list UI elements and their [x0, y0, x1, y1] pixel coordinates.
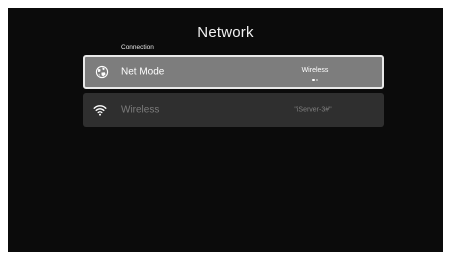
page-dot-active: [312, 78, 315, 82]
option-page-indicator: [285, 78, 345, 82]
menu-item-wireless[interactable]: Wireless "iServer-3#": [83, 93, 384, 127]
tv-screen: Network Connection Net Mode Wireless Wir…: [8, 8, 443, 252]
wireless-label: Wireless: [121, 104, 160, 116]
page-dot: [315, 78, 318, 81]
globe-icon: [95, 65, 109, 79]
wireless-network-name: "iServer-3#": [294, 106, 332, 114]
net-mode-value: Wireless: [301, 67, 329, 74]
section-label-connection: Connection: [121, 44, 154, 51]
net-mode-label: Net Mode: [121, 66, 165, 78]
wifi-icon: [93, 103, 107, 117]
page-title: Network: [197, 24, 254, 41]
menu-item-net-mode[interactable]: Net Mode Wireless: [83, 55, 384, 89]
